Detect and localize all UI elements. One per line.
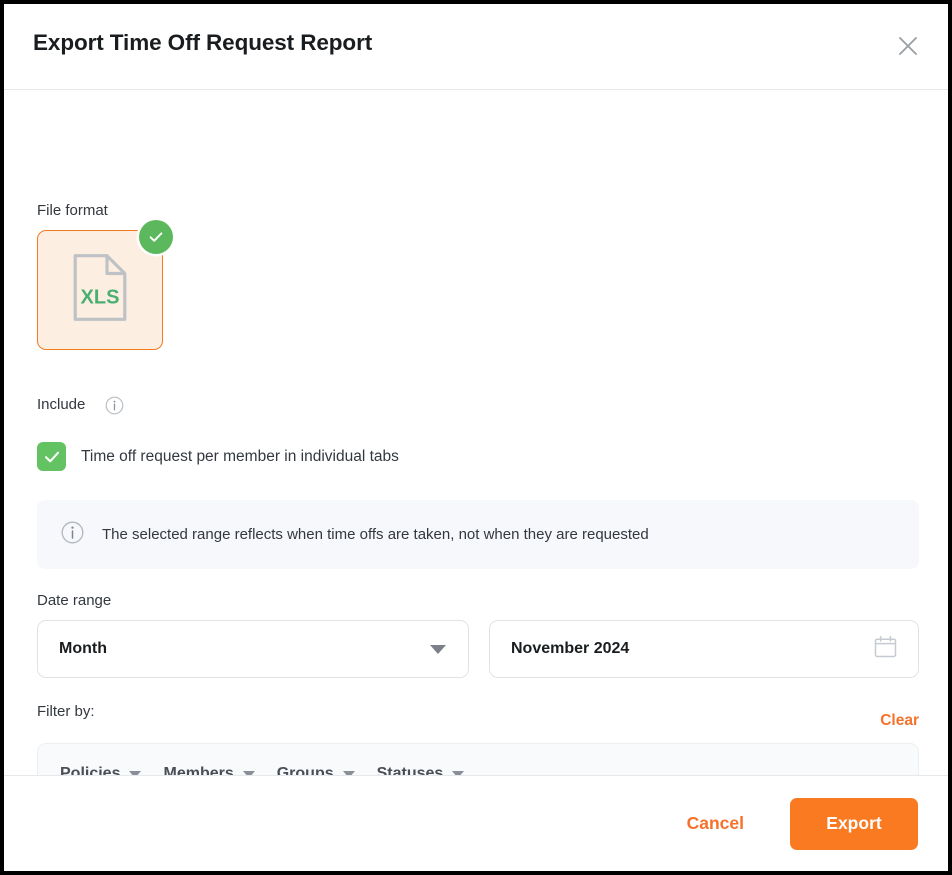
date-range-label: Date range (37, 592, 112, 609)
info-icon (61, 521, 84, 549)
xls-document-icon: XLS (73, 254, 127, 327)
filter-chip-label: Statuses (376, 765, 444, 775)
file-format-option-xls[interactable]: XLS (37, 220, 173, 350)
range-notice-banner: The selected range reflects when time of… (37, 500, 919, 569)
chevron-down-icon (430, 644, 446, 654)
include-individual-tabs-checkbox[interactable]: Time off request per member in individua… (37, 442, 399, 471)
date-range-value-field[interactable]: November 2024 (489, 620, 919, 678)
filter-bar: Policies Members Groups Statuses (37, 743, 919, 775)
filter-dropdown-statuses[interactable]: Statuses (377, 765, 465, 775)
filter-chip-label: Members (163, 765, 234, 775)
include-info-icon[interactable] (105, 396, 124, 415)
filter-dropdown-members[interactable]: Members (163, 765, 255, 775)
cancel-button[interactable]: Cancel (665, 801, 766, 846)
date-range-value: November 2024 (511, 640, 630, 657)
dialog-footer: Cancel Export (4, 775, 948, 871)
svg-text:XLS: XLS (81, 287, 120, 309)
date-range-period-value: Month (59, 640, 107, 657)
dialog-header: Export Time Off Request Report (4, 4, 948, 90)
file-format-label: File format (37, 202, 108, 219)
filter-dropdown-policies[interactable]: Policies (60, 765, 142, 775)
calendar-icon[interactable] (873, 634, 898, 664)
date-range-period-select[interactable]: Month (37, 620, 469, 678)
export-button[interactable]: Export (790, 797, 918, 850)
filter-chip-label: Policies (60, 765, 121, 775)
file-format-selected-badge (139, 220, 173, 254)
check-icon (44, 451, 59, 462)
close-icon[interactable] (891, 29, 925, 63)
include-label: Include (37, 396, 86, 413)
dialog-title: Export Time Off Request Report (33, 30, 373, 55)
checkbox-box (37, 442, 66, 471)
checkbox-label: Time off request per member in individua… (81, 447, 399, 465)
filter-by-label: Filter by: (37, 703, 95, 720)
screenshot-viewport: Export Time Off Request Report File form… (0, 0, 952, 875)
filter-dropdown-groups[interactable]: Groups (277, 765, 355, 775)
export-report-dialog: Export Time Off Request Report File form… (4, 4, 948, 871)
close-icon-glyph (899, 37, 917, 55)
check-icon (149, 232, 163, 242)
filter-chip-label: Groups (276, 765, 334, 775)
range-notice-text: The selected range reflects when time of… (102, 526, 649, 543)
dialog-body: File format XLS Include Time off request… (4, 90, 948, 775)
clear-filters-button[interactable]: Clear (880, 712, 919, 730)
